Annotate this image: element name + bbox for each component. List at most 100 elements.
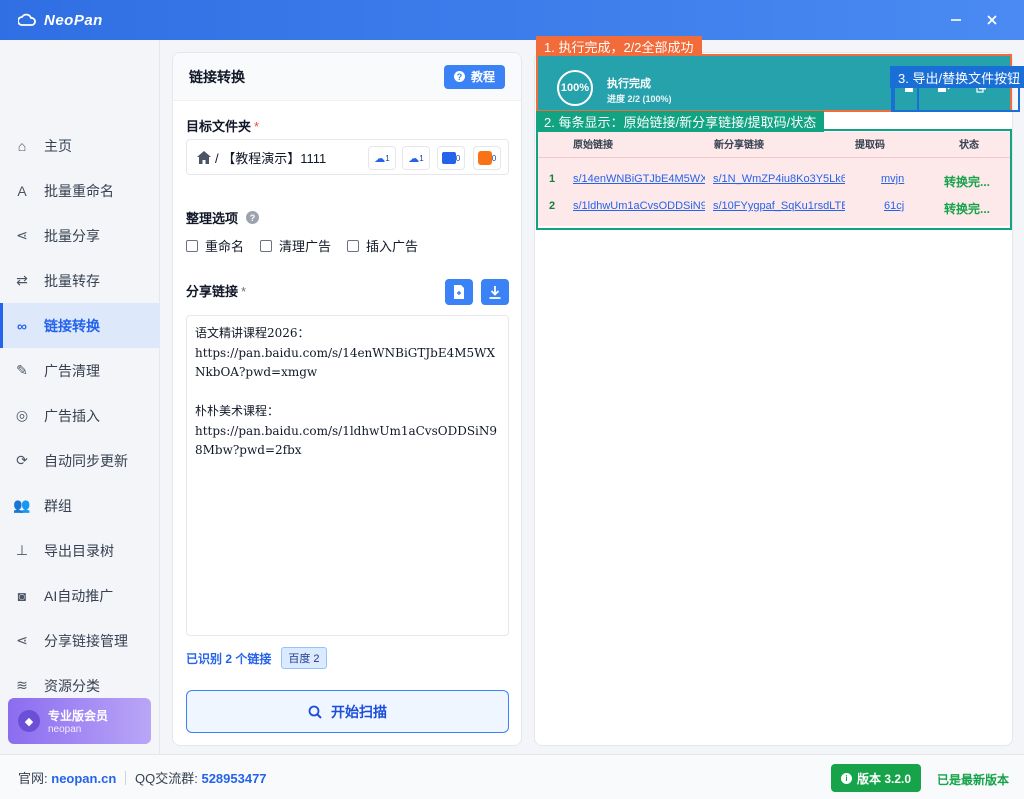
organize-options: 重命名 清理广告 插入广告: [186, 236, 434, 255]
share-icon: ⋖: [16, 227, 28, 243]
sidebar-item-label: 导出目录树: [44, 542, 114, 559]
folder-path: / 【教程演示】1111: [215, 150, 327, 166]
sidebar-item-label: 主页: [44, 137, 72, 154]
quark-cloud-icon[interactable]: 0: [437, 146, 465, 170]
home-icon: [197, 150, 211, 164]
pro-title: 专业版会员: [48, 709, 109, 723]
link-convert-panel: 链接转换 ? 教程 目标文件夹 * / 【教程演示】1111 ☁ 1 ☁ 1 0 0 …: [172, 52, 522, 746]
file-import-icon: [454, 285, 464, 299]
panel-title: 链接转换: [189, 68, 245, 85]
qq-label: QQ交流群:: [135, 770, 198, 786]
sidebar-item-0[interactable]: ⌂ 主页: [0, 123, 160, 168]
target-folder-label: 目标文件夹 *: [186, 116, 259, 135]
checkbox[interactable]: [347, 239, 360, 252]
site-label: 官网:: [18, 770, 48, 786]
transfer-icon: ⇄: [16, 272, 28, 288]
sidebar-item-label: 批量重命名: [44, 182, 114, 199]
help-icon[interactable]: ?: [246, 211, 260, 224]
version-label: 版本 3.2.0: [857, 771, 912, 786]
sidebar-item-5[interactable]: ✎ 广告清理: [0, 348, 160, 393]
baidu-cloud-icon[interactable]: ☁ 1: [368, 146, 396, 170]
aliyun-count: 1: [419, 153, 424, 163]
rename-label: 重命名: [205, 239, 245, 254]
annotation-green-label: 2. 每条显示：原始链接/新分享链接/提取码/状态: [536, 111, 825, 132]
target-folder-text: 目标文件夹: [186, 119, 252, 134]
app-title: NeoPan: [44, 11, 103, 29]
sidebar-item-1[interactable]: A 批量重命名: [0, 168, 160, 213]
sidebar-item-7[interactable]: ⟳ 自动同步更新: [0, 438, 160, 483]
insert-ads-checkbox[interactable]: 插入广告: [347, 236, 418, 255]
sidebar-item-9[interactable]: ⊥ 导出目录树: [0, 528, 160, 573]
start-scan-button[interactable]: 开始扫描: [186, 690, 509, 733]
sitemap-icon: ⊥: [15, 542, 29, 558]
cloud-logo-icon: [18, 13, 36, 26]
users-icon: 👥: [13, 497, 31, 513]
insert-ads-label: 插入广告: [366, 239, 419, 254]
sidebar-item-8[interactable]: 👥 群组: [0, 483, 160, 528]
scan-label: 开始扫描: [331, 703, 387, 720]
info-icon: i: [841, 772, 852, 784]
sidebar-item-label: 链接转换: [44, 317, 100, 334]
sync-icon: ⟳: [16, 452, 28, 468]
sidebar-item-label: 群组: [44, 497, 72, 514]
status-bar: 官网: neopan.cn QQ交流群: 528953477 i 版本 3.2.…: [0, 754, 1024, 799]
search-icon: [308, 705, 322, 719]
target-folder-field[interactable]: / 【教程演示】1111 ☁ 1 ☁ 1 0 0: [186, 139, 509, 175]
pro-subtitle: neopan: [48, 724, 82, 735]
divider: [125, 771, 126, 785]
panel-header: 链接转换 ? 教程: [173, 53, 521, 101]
sidebar-nav: ⌂ 主页 A 批量重命名 ⋖ 批量分享 ⇄ 批量转存 ∞ 链接转换 ✎ 广告清理 ◎ 广告插入 ⟳ 自动同步更…: [0, 123, 160, 708]
checkbox[interactable]: [260, 239, 273, 252]
pro-member-card[interactable]: ◆ 专业版会员 neopan: [8, 698, 151, 744]
download-icon: [489, 285, 501, 299]
baidu-count: 1: [385, 153, 390, 163]
qq-info: QQ交流群: 528953477: [135, 768, 267, 787]
import-file-button[interactable]: [445, 279, 473, 305]
version-button[interactable]: i 版本 3.2.0: [831, 764, 922, 792]
sidebar-item-2[interactable]: ⋖ 批量分享: [0, 213, 160, 258]
sidebar-item-3[interactable]: ⇄ 批量转存: [0, 258, 160, 303]
organize-options-label: 整理选项 ?: [186, 208, 260, 227]
annotation-green-box: [536, 129, 1012, 230]
sidebar-item-6[interactable]: ◎ 广告插入: [0, 393, 160, 438]
brush-icon: ✎: [16, 362, 28, 378]
share-links-label: 分享链接 *: [186, 281, 246, 300]
share-links-text: 分享链接: [186, 284, 239, 299]
checkbox[interactable]: [186, 239, 198, 252]
sidebar-item-label: 广告插入: [44, 407, 100, 424]
gem-icon: ◆: [18, 710, 40, 732]
close-icon[interactable]: [980, 8, 1004, 32]
font-icon: A: [17, 182, 27, 199]
target-icon: ◎: [15, 407, 29, 423]
robot-icon: ◙: [17, 587, 27, 604]
quark-count: 0: [455, 153, 461, 163]
tutorial-button[interactable]: ? 教程: [443, 64, 505, 89]
sidebar-item-4[interactable]: ∞ 链接转换: [0, 303, 160, 348]
layers-icon: ≋: [16, 677, 28, 693]
minimize-icon[interactable]: [944, 8, 968, 32]
sidebar-item-label: 分享链接管理: [44, 632, 128, 649]
organize-text: 整理选项: [186, 211, 239, 226]
baidu-badge: 百度 2: [281, 647, 327, 669]
uc-cloud-icon[interactable]: 0: [473, 146, 501, 170]
sidebar-item-10[interactable]: ◙ AI自动推广: [0, 573, 160, 618]
aliyun-cloud-icon[interactable]: ☁ 1: [402, 146, 430, 170]
share-links-textarea[interactable]: 语文精讲课程2026： https://pan.baidu.com/s/14en…: [186, 315, 509, 636]
sidebar: ⌂ 主页 A 批量重命名 ⋖ 批量分享 ⇄ 批量转存 ∞ 链接转换 ✎ 广告清理 ◎ 广告插入 ⟳ 自动同步更…: [0, 40, 160, 754]
site-info: 官网: neopan.cn: [18, 768, 116, 787]
recognized-info: 已识别 2 个链接 百度 2: [186, 647, 327, 669]
sidebar-item-label: 批量转存: [44, 272, 100, 289]
rename-checkbox[interactable]: 重命名: [186, 236, 244, 255]
qq-number[interactable]: 528953477: [201, 771, 266, 786]
clean-ads-checkbox[interactable]: 清理广告: [260, 236, 331, 255]
sidebar-item-label: 批量分享: [44, 227, 100, 244]
clean-ads-label: 清理广告: [279, 239, 332, 254]
share-icon: ⋖: [16, 632, 28, 648]
sidebar-item-11[interactable]: ⋖ 分享链接管理: [0, 618, 160, 663]
latest-version-text: 已是最新版本: [937, 773, 1010, 787]
download-button[interactable]: [481, 279, 509, 305]
recognized-text: 已识别 2 个链接: [186, 651, 272, 666]
site-link[interactable]: neopan.cn: [51, 771, 116, 786]
annotation-blue-label: 3. 导出/替换文件按钮: [890, 66, 1024, 88]
tutorial-label: 教程: [470, 70, 495, 84]
